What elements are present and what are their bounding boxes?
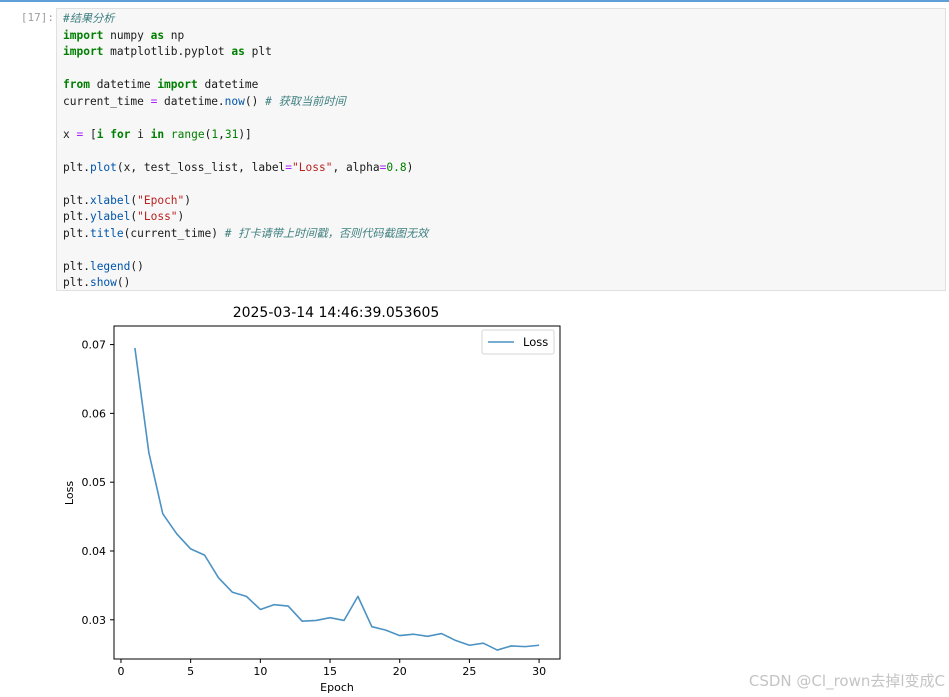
code-token: legend [89, 259, 131, 273]
x-tick-label: 0 [117, 665, 124, 678]
code-token: np [164, 28, 185, 42]
x-axis-ticks: 0 5 10 15 20 25 30 [117, 659, 546, 678]
x-tick-label: 25 [462, 665, 476, 678]
x-tick-label: 20 [393, 665, 407, 678]
y-axis-ticks: 0.03 0.04 0.05 0.06 0.07 [82, 339, 114, 627]
code-line: from datetime import datetime [63, 77, 428, 94]
code-token: ) [177, 210, 185, 223]
execution-count-prompt: [17]: [20, 11, 54, 24]
code-token: ) [406, 160, 414, 174]
code-token: , alpha [332, 160, 380, 174]
code-token: () [244, 94, 266, 108]
cell-selection-bar [0, 0, 949, 2]
chart-title: 2025-03-14 14:46:39.053605 [233, 305, 440, 321]
code-line: plt.xlabel("Epoch") [63, 193, 428, 210]
code-token: "Epoch" [137, 193, 185, 207]
code-line: plt.ylabel("Loss") [63, 209, 428, 226]
code-token: plt. [63, 226, 90, 240]
code-line: #结果分析 [63, 11, 428, 28]
y-tick-label: 0.05 [82, 476, 107, 489]
code-token: [ [83, 127, 97, 141]
code-token: 0.8 [386, 160, 407, 174]
code-token: title [89, 226, 124, 240]
code-token: # 获取当前时间 [265, 94, 346, 108]
code-line: plt.title(current_time) # 打卡请带上时间戳，否则代码截… [63, 226, 428, 243]
code-token: 31 [224, 127, 239, 141]
code-token: x [63, 127, 77, 141]
code-token: "Loss" [137, 210, 178, 223]
code-token: datetime. [157, 94, 225, 108]
csdn-watermark: CSDN @Cl_rown去掉l变成C [748, 672, 945, 690]
code-token: (current_time) [123, 226, 225, 240]
legend-label-loss: Loss [523, 335, 548, 349]
x-axis-label: Epoch [320, 681, 354, 694]
code-token: numpy [103, 28, 151, 42]
code-line: current_time = datetime.now() # 获取当前时间 [63, 94, 428, 111]
y-axis-label: Loss [63, 481, 76, 505]
code-line: plt.legend() [63, 259, 428, 276]
x-tick-label: 5 [187, 665, 194, 678]
code-token: in [150, 127, 165, 141]
code-token: # 打卡请带上时间戳，否则代码截图无效 [224, 226, 429, 240]
code-token: () [116, 276, 131, 289]
code-token: plt. [63, 210, 90, 223]
code-line: import matplotlib.pyplot as plt [63, 44, 428, 61]
loss-line-chart: 2025-03-14 14:46:39.053605 0 5 10 15 20 25 30 … [63, 305, 561, 694]
code-token: current_time [63, 94, 151, 108]
code-token: from [63, 78, 90, 91]
code-token: plt. [63, 160, 90, 174]
code-token: #结果分析 [63, 12, 115, 25]
code-editor[interactable]: #结果分析 import numpy as np import matplotlib… [63, 11, 428, 292]
code-token: datetime [197, 78, 259, 91]
code-token: plt. [63, 259, 90, 273]
y-tick-label: 0.06 [82, 407, 107, 420]
code-token: datetime [89, 78, 158, 91]
code-token: plt. [63, 193, 90, 207]
code-token: xlabel [89, 193, 131, 207]
code-cell-input[interactable]: #结果分析 import numpy as np import matplotlib… [56, 8, 946, 291]
code-token: now [224, 94, 245, 108]
code-line: plt.plot(x, test_loss_list, label="Loss"… [63, 160, 428, 177]
code-token: plt [244, 45, 272, 58]
loss-series-points [135, 348, 539, 650]
y-tick-label: 0.03 [82, 614, 107, 627]
code-line: plt.show() [63, 275, 428, 292]
code-token: , [218, 127, 225, 141]
plot-area-frame [113, 325, 561, 660]
code-token: as [150, 28, 165, 42]
legend: Loss [481, 329, 555, 355]
code-line: import numpy as np [63, 28, 428, 45]
y-tick-label: 0.07 [82, 339, 107, 352]
code-token: as [231, 45, 245, 58]
code-line: x = [i for i in range(1,31)] [63, 127, 428, 144]
code-token: show [89, 276, 117, 289]
code-token: ylabel [89, 210, 131, 223]
code-token: import [63, 28, 104, 42]
code-token: i [130, 127, 151, 141]
code-token: range [170, 127, 205, 141]
code-token: ) [184, 193, 192, 207]
x-tick-label: 30 [532, 665, 546, 678]
code-token: plt. [63, 276, 90, 289]
code-token: import [157, 78, 198, 91]
code-token: "Loss" [292, 160, 333, 174]
code-token: for [110, 127, 131, 141]
y-tick-label: 0.04 [82, 545, 107, 558]
code-token: matplotlib.pyplot [103, 45, 232, 58]
code-token: () [130, 259, 144, 273]
code-token: )] [238, 127, 252, 141]
code-token: plot [89, 160, 117, 174]
x-tick-label: 10 [253, 665, 267, 678]
loss-series-line [134, 347, 540, 651]
x-tick-label: 15 [323, 665, 337, 678]
code-token: import [63, 45, 104, 58]
code-token: (x, test_loss_list, label [116, 160, 286, 174]
